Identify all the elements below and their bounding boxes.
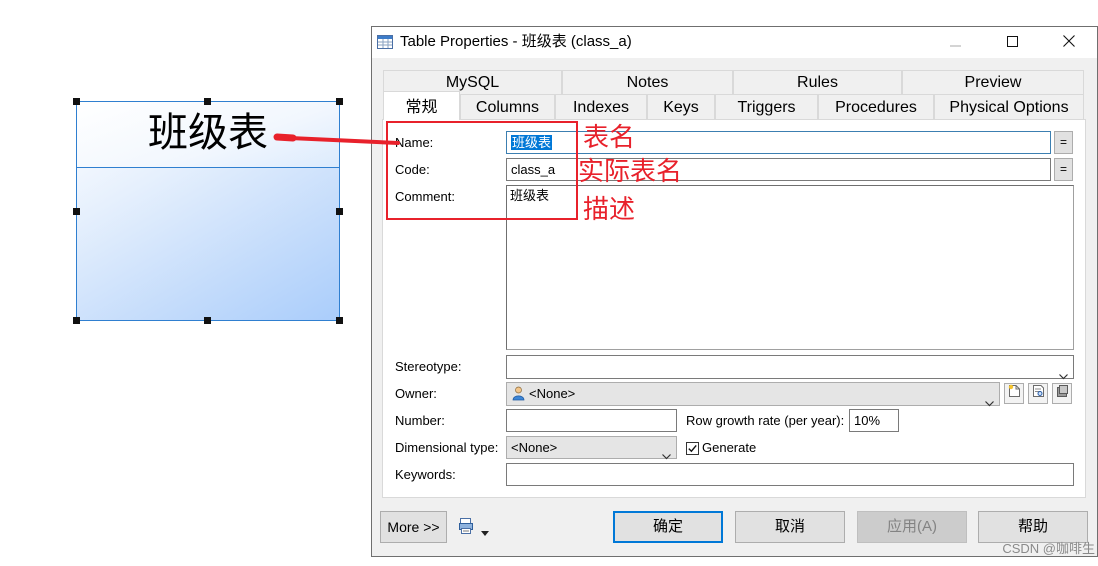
maximize-button[interactable] (989, 27, 1035, 58)
more-button[interactable]: More >> (380, 511, 447, 543)
comment-label: Comment: (395, 189, 455, 204)
close-button[interactable] (1046, 27, 1092, 58)
general-tab-panel: Name: 班级表 = Code: class_a = Comment: 班级表… (382, 119, 1086, 498)
table-entity-symbol[interactable]: 班级表 (76, 101, 340, 321)
properties-icon (1032, 384, 1045, 403)
maximize-icon (1006, 34, 1018, 52)
window-title: Table Properties - 班级表 (class_a) (400, 33, 632, 50)
annotation-name-note: 表名 (583, 122, 636, 152)
tab-indexes[interactable]: Indexes (555, 94, 647, 120)
chevron-down-icon[interactable] (985, 392, 994, 407)
stereotype-label: Stereotype: (395, 359, 462, 374)
tab-rules[interactable]: Rules (733, 70, 902, 95)
minimize-button[interactable] (932, 27, 978, 58)
code-label: Code: (395, 162, 430, 177)
new-icon (1008, 384, 1021, 403)
number-label: Number: (395, 413, 445, 428)
stereotype-combobox[interactable] (506, 355, 1074, 380)
owner-select-button[interactable] (1052, 383, 1072, 404)
number-input[interactable] (506, 409, 677, 432)
selection-handle[interactable] (73, 208, 80, 215)
selection-handle[interactable] (204, 98, 211, 105)
selection-handle[interactable] (336, 208, 343, 215)
apply-button[interactable]: 应用(A) (857, 511, 967, 543)
owner-properties-button[interactable] (1028, 383, 1048, 404)
print-icon[interactable] (458, 517, 476, 535)
owner-value: <None> (529, 386, 576, 401)
print-dropdown-arrow-icon[interactable] (481, 523, 489, 536)
tab-columns[interactable]: Columns (460, 94, 555, 120)
code-value: class_a (511, 162, 556, 177)
owner-new-button[interactable] (1004, 383, 1024, 404)
close-icon (1063, 34, 1075, 52)
tab-triggers[interactable]: Triggers (715, 94, 818, 120)
user-icon (512, 386, 525, 401)
ok-button[interactable]: 确定 (613, 511, 723, 543)
tab-keys[interactable]: Keys (647, 94, 715, 120)
table-icon (377, 34, 393, 50)
comment-value: 班级表 (510, 188, 550, 203)
row-growth-label: Row growth rate (per year): (686, 413, 845, 428)
tab-general[interactable]: 常规 (383, 91, 460, 120)
selection-handle[interactable] (73, 98, 80, 105)
owner-combobox[interactable]: <None> (506, 382, 1000, 407)
name-value-selected: 班级表 (511, 135, 553, 150)
row-growth-input[interactable]: 10% (849, 409, 899, 432)
row-growth-value: 10% (854, 413, 881, 428)
watermark: CSDN @咖啡生 (1002, 541, 1095, 556)
tab-notes[interactable]: Notes (562, 70, 733, 95)
generate-label[interactable]: Generate (702, 440, 756, 456)
table-properties-dialog: Table Properties - 班级表 (class_a) MySQL N… (371, 26, 1098, 557)
help-button[interactable]: 帮助 (978, 511, 1088, 543)
tab-physical-options[interactable]: Physical Options (934, 94, 1084, 120)
minimize-icon (949, 34, 961, 52)
owner-label: Owner: (395, 386, 437, 401)
annotation-comment-note: 描述 (583, 194, 636, 224)
selection-handle[interactable] (73, 317, 80, 324)
chevron-down-icon[interactable] (662, 445, 671, 460)
name-code-sync-button[interactable]: = (1054, 131, 1073, 154)
dimensional-type-label: Dimensional type: (395, 440, 499, 455)
code-name-sync-button[interactable]: = (1054, 158, 1073, 181)
selection-handle[interactable] (336, 317, 343, 324)
tab-preview[interactable]: Preview (902, 70, 1084, 95)
tab-procedures[interactable]: Procedures (818, 94, 934, 120)
entity-title: 班级表 (148, 110, 268, 155)
select-icon (1056, 384, 1069, 403)
title-bar[interactable]: Table Properties - 班级表 (class_a) (372, 27, 1097, 58)
dimensional-type-combobox[interactable]: <None> (506, 436, 677, 460)
selection-handle[interactable] (336, 98, 343, 105)
chevron-down-icon[interactable] (1059, 365, 1068, 380)
name-label: Name: (395, 135, 434, 150)
dimensional-type-value: <None> (511, 440, 558, 455)
generate-checkbox[interactable] (686, 442, 699, 455)
selection-handle[interactable] (204, 317, 211, 324)
annotation-code-note: 实际表名 (578, 156, 683, 186)
keywords-label: Keywords: (395, 467, 456, 482)
checkmark-icon (688, 444, 697, 453)
keywords-input[interactable] (506, 463, 1074, 486)
cancel-button[interactable]: 取消 (735, 511, 845, 543)
